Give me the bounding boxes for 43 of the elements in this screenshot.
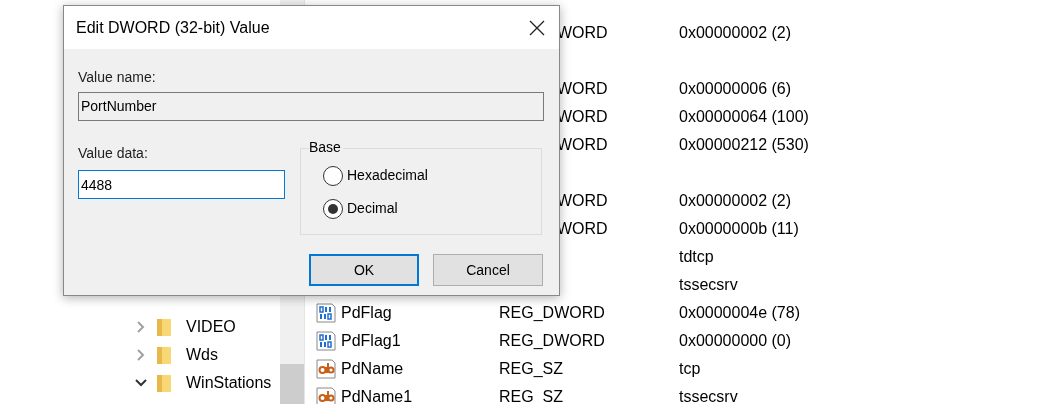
value-data: tssecsrv [679, 388, 738, 404]
value-type: REG_DWORD [499, 304, 605, 321]
tree-item[interactable]: WinStations [186, 371, 272, 395]
radio-label[interactable]: Decimal [347, 198, 398, 219]
base-label: Base [309, 139, 343, 155]
value-type: REG_SZ [499, 360, 563, 377]
radio-button[interactable] [323, 165, 343, 186]
binary-value-icon [315, 330, 337, 352]
value-name[interactable]: PdFlag1 [341, 329, 401, 353]
value-name[interactable]: PdName [341, 357, 404, 381]
binary-value-icon [315, 302, 337, 324]
value-data: tcp [679, 360, 701, 377]
value-type: REG_SZ [499, 388, 563, 404]
value-data: 0x00000212 (530) [679, 136, 809, 153]
value-data: 0x00000002 (2) [679, 192, 792, 209]
value-name-label: Value name: [78, 68, 157, 87]
folder-icon [156, 317, 172, 337]
value-data: 0x0000004e (78) [679, 304, 800, 321]
dialog-title: Edit DWORD (32-bit) Value [76, 17, 270, 38]
value-data: 0x00000002 (2) [679, 24, 792, 41]
folder-icon [156, 345, 172, 365]
value-data: 0x00000000 (0) [679, 332, 792, 349]
value-type: REG_DWORD [499, 332, 605, 349]
value-name[interactable]: PdFlag [341, 301, 392, 325]
tree-item[interactable]: VIDEO [186, 315, 236, 339]
close-icon[interactable] [529, 19, 545, 36]
value-data: 0x00000064 (100) [679, 108, 809, 125]
folder-icon [156, 373, 172, 393]
value-data: 0x0000000b (11) [679, 220, 799, 237]
radio-label[interactable]: Hexadecimal [347, 165, 428, 186]
value-data: tssecsrv [679, 276, 738, 293]
value-data-field[interactable]: 4488 [78, 170, 285, 199]
value-name-field: PortNumber [78, 92, 544, 121]
value-name[interactable]: PdName1 [341, 385, 413, 404]
value-data: tdtcp [679, 248, 714, 265]
value-data: 0x00000006 (6) [679, 80, 792, 97]
scrollbar-thumb[interactable] [280, 364, 304, 404]
value-data-label: Value data: [78, 144, 149, 163]
dialog-button[interactable]: Cancel [433, 254, 543, 286]
radio-button[interactable] [323, 198, 343, 219]
tree-item[interactable]: Wds [186, 343, 218, 367]
string-value-icon [315, 358, 337, 380]
dialog-button[interactable]: OK [309, 254, 419, 286]
